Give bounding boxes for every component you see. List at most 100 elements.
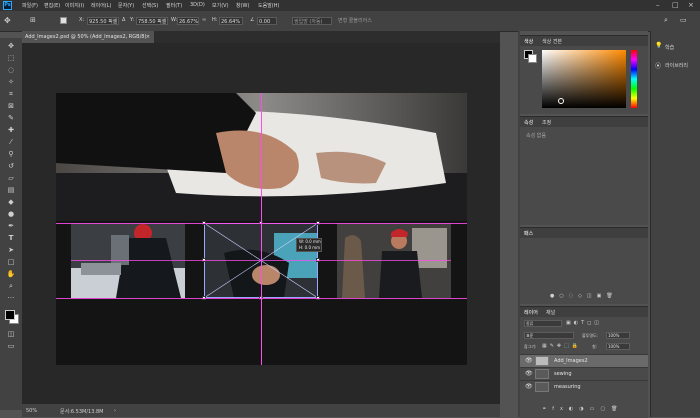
document-tab[interactable]: Add_Images2.psd @ 50% (Add_Images2, RGB/… xyxy=(22,31,154,43)
menu-filter[interactable]: 필터(T) xyxy=(166,2,182,9)
menu-help[interactable]: 도움말(H) xyxy=(258,2,279,9)
color-picker-field[interactable] xyxy=(542,50,626,108)
tab-layers[interactable]: 레이어 xyxy=(524,309,538,316)
history-brush-icon[interactable]: ↺ xyxy=(6,162,16,171)
search-icon[interactable]: ⌕ xyxy=(664,16,668,25)
close-window-icon[interactable]: × xyxy=(688,1,694,10)
layer-name[interactable]: sewing xyxy=(554,371,572,377)
learn-label[interactable]: 학습 xyxy=(665,44,674,51)
properties-panel: 속성 조정 속성 없음 xyxy=(520,116,648,225)
screen-mode-icon[interactable]: ▭ xyxy=(6,342,16,351)
blend-mode-select[interactable]: 표준 xyxy=(524,332,574,339)
blur-icon[interactable]: ◆ xyxy=(6,198,16,207)
healing-icon[interactable]: ✚ xyxy=(6,126,16,135)
layer-filter-icons[interactable]: ▣◐T◻◫ xyxy=(566,320,602,326)
more-tools-icon[interactable]: ··· xyxy=(6,294,16,303)
warp-mode-label[interactable]: 변형 콜블리어스 xyxy=(338,17,372,24)
type-icon[interactable]: T xyxy=(6,234,16,243)
tab-paths[interactable]: 패스 xyxy=(524,230,533,237)
zoom-icon[interactable]: ⌕ xyxy=(6,282,16,291)
menu-3d[interactable]: 3D(D) xyxy=(190,2,205,8)
lock-icons[interactable]: ▦✎✥⬚🔒 xyxy=(542,343,581,349)
menu-view[interactable]: 보기(V) xyxy=(212,2,229,9)
menu-file[interactable]: 파일(F) xyxy=(22,2,38,9)
interpolation-select[interactable]: 쌍입방 (자동) xyxy=(292,17,332,25)
paths-toolbar: ●○◌◇◫▣🗑 xyxy=(550,293,618,299)
app-logo[interactable]: Ps xyxy=(3,1,12,10)
fill-field[interactable]: 100% xyxy=(606,343,630,350)
move-tool-icon[interactable]: ✥ xyxy=(4,16,14,26)
bg-color-chip[interactable] xyxy=(528,54,537,63)
brush-icon[interactable]: ⁄ xyxy=(6,138,16,147)
tab-adjustments[interactable]: 조정 xyxy=(542,119,551,126)
opacity-field[interactable]: 100% xyxy=(606,332,630,339)
tab-properties[interactable]: 속성 xyxy=(524,119,533,126)
h-label: H: xyxy=(212,17,218,23)
x-field[interactable]: 925.50 픽셀 xyxy=(87,17,119,25)
layer-kind-filter[interactable]: 종류 xyxy=(524,320,562,327)
menu-image[interactable]: 이미지(I) xyxy=(65,2,84,9)
frame-icon[interactable]: ⊠ xyxy=(6,102,16,111)
close-tab-icon[interactable]: × xyxy=(146,31,150,43)
h-field[interactable]: 26.64% xyxy=(219,17,243,25)
relative-toggle-checkbox[interactable] xyxy=(60,17,67,24)
eraser-icon[interactable]: ▱ xyxy=(6,174,16,183)
y-field[interactable]: 758.50 픽셀 xyxy=(136,17,168,25)
visibility-eye-icon[interactable]: 👁 xyxy=(525,370,533,377)
move-icon[interactable]: ✥ xyxy=(6,42,16,51)
libraries-label[interactable]: 라이브러리 xyxy=(665,62,688,69)
magic-wand-icon[interactable]: ✧ xyxy=(6,78,16,87)
document-tab-title: Add_Images2.psd @ 50% (Add_Images2, RGB/… xyxy=(25,34,147,40)
menu-layer[interactable]: 레이어(L) xyxy=(91,2,112,9)
workspace-icon[interactable]: ▭ xyxy=(680,16,687,24)
layers-panel-header: 레이어 채널 xyxy=(520,307,648,317)
menu-type[interactable]: 문자(Y) xyxy=(118,2,134,9)
lasso-icon[interactable]: ◌ xyxy=(6,66,16,75)
layer-row[interactable]: 👁 sewing xyxy=(520,367,648,380)
tab-channels[interactable]: 채널 xyxy=(546,309,555,316)
stamp-icon[interactable]: ⚲ xyxy=(6,150,16,159)
learn-icon[interactable]: 💡 xyxy=(655,42,662,49)
layer-name[interactable]: Add_Images2 xyxy=(554,358,588,364)
gradient-icon[interactable]: ▤ xyxy=(6,186,16,195)
w-field[interactable]: 26.67% xyxy=(177,17,199,25)
marquee-icon[interactable]: ⬚ xyxy=(6,54,16,63)
reference-point-icon[interactable]: ⊞ xyxy=(30,16,39,25)
menu-select[interactable]: 선택(S) xyxy=(142,2,158,9)
minimize-icon[interactable]: – xyxy=(656,1,660,10)
layer-row[interactable]: 👁 Add_Images2 xyxy=(520,354,648,367)
libraries-icon[interactable]: ⦿ xyxy=(655,61,661,70)
status-menu-icon[interactable]: › xyxy=(114,408,116,414)
menu-window[interactable]: 창(W) xyxy=(236,2,249,9)
hue-slider[interactable] xyxy=(631,50,637,108)
guide-horizontal-2[interactable] xyxy=(56,298,467,299)
tab-color[interactable]: 색상 xyxy=(524,38,533,45)
quick-mask-icon[interactable]: ◫ xyxy=(6,330,16,339)
tab-swatches[interactable]: 색상 견본 xyxy=(542,38,562,45)
angle-icon: ∠ xyxy=(250,17,255,23)
dodge-icon[interactable]: ● xyxy=(6,210,16,219)
transform-tooltip: W: 0.0 mm H: 0.0 mm xyxy=(296,238,322,252)
link-icon[interactable]: ∞ xyxy=(202,17,206,23)
visibility-eye-icon[interactable]: 👁 xyxy=(525,357,533,364)
status-bar: 50% 문서:6.53M/13.8M › xyxy=(22,404,500,417)
foreground-color-swatch[interactable] xyxy=(5,310,15,320)
eyedropper-icon[interactable]: ✎ xyxy=(6,114,16,123)
visibility-eye-icon[interactable]: 👁 xyxy=(525,383,533,390)
guide-vertical[interactable] xyxy=(261,93,262,365)
guide-horizontal-1[interactable] xyxy=(56,223,467,224)
angle-field[interactable]: 0.00 xyxy=(257,17,277,25)
shape-icon[interactable]: □ xyxy=(6,258,16,267)
layer-name[interactable]: measuring xyxy=(554,384,581,390)
layer-row[interactable]: 👁 measuring xyxy=(520,380,648,393)
right-panels: 색상 색상 견본 속성 조정 속성 없음 패스 ●○◌◇◫▣🗑 레이어 채널 종… xyxy=(520,31,648,418)
maximize-icon[interactable]: □ xyxy=(672,1,679,10)
zoom-level[interactable]: 50% xyxy=(26,408,37,414)
pen-icon[interactable]: ✒ xyxy=(6,222,16,231)
smart-guide-horizontal xyxy=(71,260,451,261)
menu-edit[interactable]: 편집(E) xyxy=(44,2,60,9)
crop-icon[interactable]: ⌗ xyxy=(6,90,16,99)
delta-icon: Δ xyxy=(122,17,126,23)
hand-icon[interactable]: ✋ xyxy=(6,270,16,279)
path-select-icon[interactable]: ➤ xyxy=(6,246,16,255)
